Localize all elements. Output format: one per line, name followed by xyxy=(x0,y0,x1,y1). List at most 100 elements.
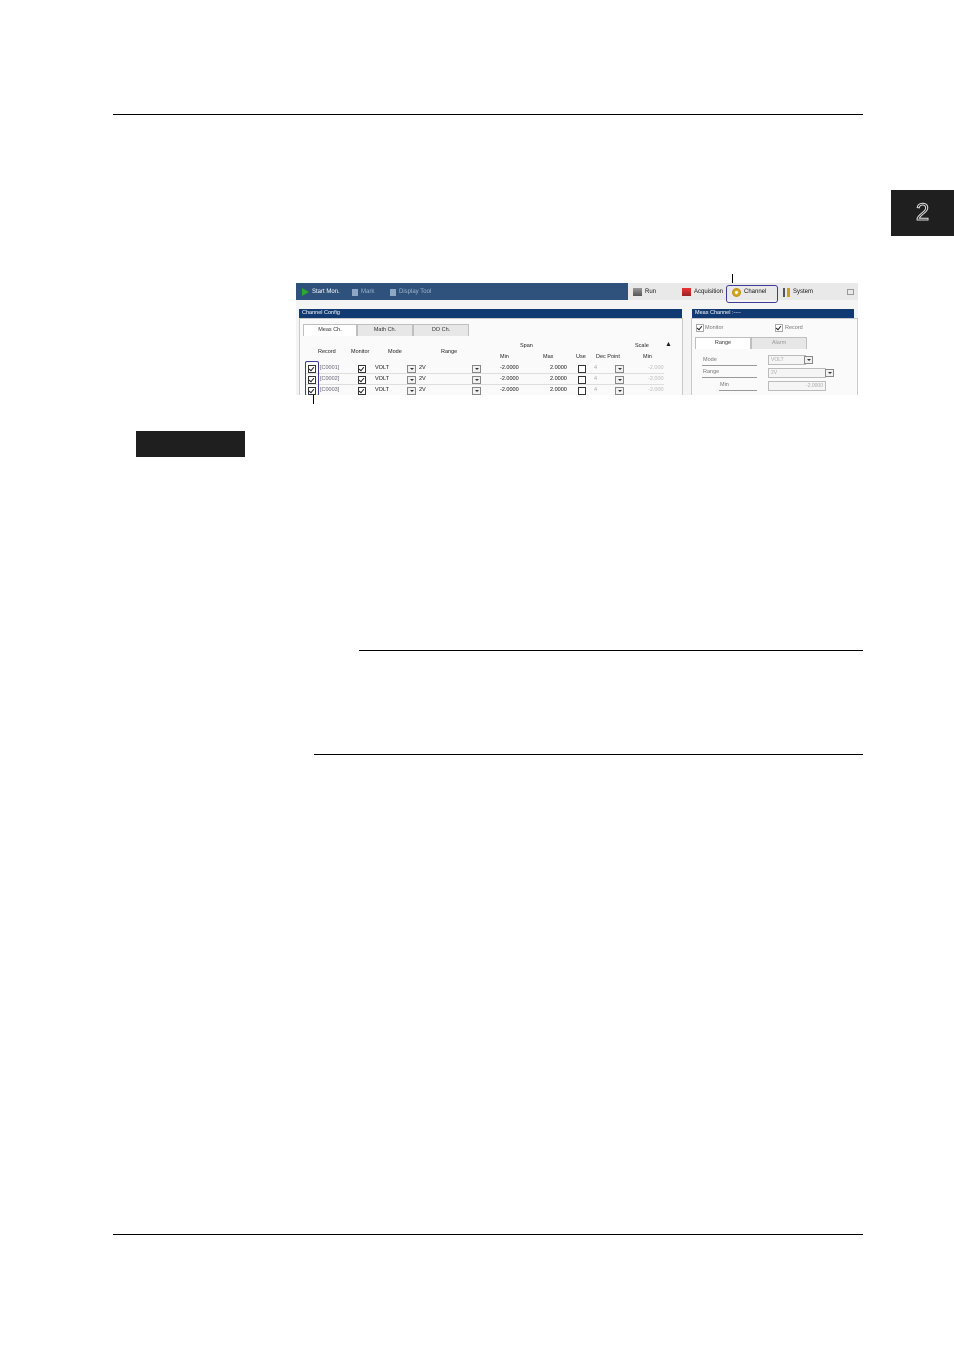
use-checkbox[interactable] xyxy=(578,387,586,395)
record-checkbox-side[interactable] xyxy=(775,324,783,332)
mode-select-side[interactable]: VOLT xyxy=(768,355,806,365)
dec-point: 4 xyxy=(594,387,598,393)
note-top-rule xyxy=(359,650,863,651)
tab-alarm[interactable]: Alarm xyxy=(751,337,807,349)
start-mon-button[interactable]: Start Mon. xyxy=(302,287,340,297)
dec-point: 4 xyxy=(594,365,598,371)
mode-value: VOLT xyxy=(375,365,389,371)
span-min[interactable]: -2.0000 xyxy=(500,376,519,382)
dec-point: 4 xyxy=(594,376,598,382)
range-dropdown[interactable] xyxy=(472,376,481,384)
col-scale-min: Min xyxy=(643,354,652,360)
run-icon xyxy=(633,288,642,296)
note-bottom-rule xyxy=(314,754,863,755)
range-value: 2V xyxy=(419,387,426,393)
span-min[interactable]: -2.0000 xyxy=(500,365,519,371)
mark-button[interactable]: Mark xyxy=(352,287,374,297)
scale-min: -2.000 xyxy=(648,365,664,371)
col-range: Range xyxy=(441,349,458,355)
system-icon xyxy=(783,287,790,297)
tab-meas-ch[interactable]: Meas Ch. xyxy=(303,324,357,336)
col-mode: Mode xyxy=(388,349,402,355)
scale-min: -2.000 xyxy=(648,387,664,393)
col-span: Span xyxy=(520,343,533,349)
mode-value: VOLT xyxy=(375,376,389,382)
row-divider xyxy=(306,384,664,385)
span-max[interactable]: 2.0000 xyxy=(550,365,567,371)
min-label-side: Min xyxy=(720,382,729,388)
monitor-checkbox[interactable] xyxy=(358,387,366,395)
range-value: 2V xyxy=(419,365,426,371)
dec-point-dropdown[interactable] xyxy=(615,376,624,384)
run-button[interactable]: Run xyxy=(633,287,656,297)
record-label: [C0001] xyxy=(320,365,340,371)
col-use: Use xyxy=(576,354,586,360)
mode-dropdown[interactable] xyxy=(407,365,416,373)
row-divider xyxy=(306,373,664,374)
dec-point-dropdown[interactable] xyxy=(615,387,624,395)
monitor-checkbox-side[interactable] xyxy=(696,324,704,332)
mode-dropdown[interactable] xyxy=(407,376,416,384)
range-dropdown[interactable] xyxy=(472,387,481,395)
min-underline xyxy=(719,390,757,391)
use-checkbox[interactable] xyxy=(578,376,586,384)
gear-icon xyxy=(732,287,741,297)
range-value: 2V xyxy=(419,376,426,382)
range-underline xyxy=(702,377,757,378)
span-max[interactable]: 2.0000 xyxy=(550,387,567,393)
mode-underline xyxy=(702,365,757,366)
mode-dropdown-side[interactable] xyxy=(804,356,813,364)
monitor-label-side: Monitor xyxy=(705,325,724,331)
meas-channel-tabs: Range Alarm xyxy=(695,337,807,349)
tab-range[interactable]: Range xyxy=(695,337,751,349)
footer-rule xyxy=(113,1234,863,1235)
mark-label: Mark xyxy=(361,289,375,295)
col-scale: Scale xyxy=(635,343,649,349)
channel-button[interactable]: Channel xyxy=(732,287,766,297)
table-row: [C0001] VOLT 2V -2.0000 2.0000 4 -2.000 xyxy=(306,364,664,374)
scroll-up-icon[interactable]: ▲ xyxy=(665,341,672,348)
record-label: [C0002] xyxy=(320,376,340,382)
record-label: [C0003] xyxy=(320,387,340,393)
display-tool-button[interactable]: Display Tool xyxy=(390,287,431,297)
span-min[interactable]: -2.0000 xyxy=(500,387,519,393)
col-span-min: Min xyxy=(500,354,509,360)
col-span-max: Max xyxy=(543,354,554,360)
mark-icon xyxy=(352,288,358,296)
dec-point-dropdown[interactable] xyxy=(615,365,624,373)
header-rule xyxy=(113,114,863,115)
toolbar: Start Mon. Mark Display Tool Run Acquisi… xyxy=(296,283,858,303)
min-input-side[interactable]: -2.0000 xyxy=(768,381,826,391)
chapter-tab: 2 xyxy=(891,190,954,236)
range-select-side[interactable]: 2V xyxy=(768,368,826,378)
acquisition-label: Acquisition xyxy=(694,289,724,295)
channel-label: Channel xyxy=(744,289,767,295)
run-label: Run xyxy=(645,289,657,295)
mode-dropdown[interactable] xyxy=(407,387,416,395)
record-column-highlight xyxy=(305,361,319,395)
minimize-icon[interactable] xyxy=(847,289,854,295)
acquisition-icon xyxy=(682,288,691,296)
span-max[interactable]: 2.0000 xyxy=(550,376,567,382)
acquisition-button[interactable]: Acquisition xyxy=(682,287,723,297)
col-monitor: Monitor xyxy=(351,349,370,355)
table-row: [C0003] VOLT 2V -2.0000 2.0000 4 -2.000 xyxy=(306,386,664,395)
monitor-checkbox[interactable] xyxy=(358,365,366,373)
system-button[interactable]: System xyxy=(783,287,813,297)
display-tool-icon xyxy=(390,288,396,296)
col-dec-point: Dec Point xyxy=(596,354,620,360)
table-row: [C0002] VOLT 2V -2.0000 2.0000 4 -2.000 xyxy=(306,375,664,385)
record-callout-line xyxy=(313,394,314,404)
app-screenshot: Start Mon. Mark Display Tool Run Acquisi… xyxy=(296,283,858,395)
channel-config-tabs: Meas Ch. Math Ch. DO Ch. xyxy=(303,324,469,336)
tab-math-ch[interactable]: Math Ch. xyxy=(357,324,413,336)
display-tool-label: Display Tool xyxy=(399,289,432,295)
monitor-checkbox[interactable] xyxy=(358,376,366,384)
range-label-side: Range xyxy=(703,369,720,375)
tab-do-ch[interactable]: DO Ch. xyxy=(413,324,469,336)
use-checkbox[interactable] xyxy=(578,365,586,373)
range-dropdown-side[interactable] xyxy=(825,369,834,377)
toolbar-left-area xyxy=(296,283,628,300)
range-dropdown[interactable] xyxy=(472,365,481,373)
col-record: Record xyxy=(318,349,336,355)
